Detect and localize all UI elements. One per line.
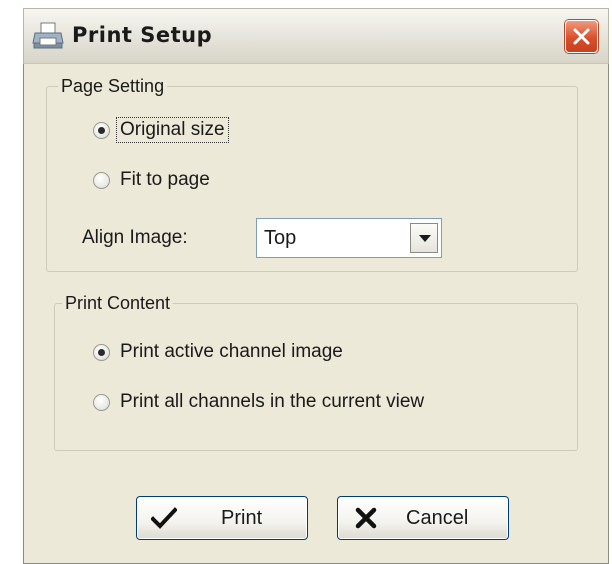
print-all-channels-option[interactable]: Print all channels in the current view xyxy=(93,389,424,415)
close-icon xyxy=(573,28,590,45)
cancel-button-label: Cancel xyxy=(406,507,469,529)
print-button[interactable]: Print xyxy=(136,496,308,540)
print-all-channels-label[interactable]: Print all channels in the current view xyxy=(120,391,424,413)
fit-to-page-label[interactable]: Fit to page xyxy=(120,169,210,191)
cancel-button[interactable]: Cancel xyxy=(337,496,509,540)
fit-to-page-radio[interactable] xyxy=(93,171,110,189)
close-button[interactable] xyxy=(565,20,598,53)
x-mark-icon xyxy=(355,507,377,529)
print-button-label: Print xyxy=(221,507,263,529)
page-setting-legend: Page Setting xyxy=(58,75,168,97)
align-image-select[interactable]: Top xyxy=(256,218,442,258)
chevron-down-icon xyxy=(419,235,431,242)
title-bar[interactable]: Print Setup xyxy=(23,8,609,64)
print-all-channels-radio[interactable] xyxy=(93,393,110,411)
print-content-group: Print Content xyxy=(54,292,578,451)
align-image-label: Align Image: xyxy=(82,227,188,248)
original-size-radio[interactable] xyxy=(93,121,110,139)
original-size-label[interactable]: Original size xyxy=(116,117,229,143)
align-image-value: Top xyxy=(264,227,297,249)
print-content-legend: Print Content xyxy=(62,292,174,314)
print-active-channel-radio[interactable] xyxy=(93,343,110,361)
checkmark-icon xyxy=(151,507,177,529)
print-setup-dialog: Print Setup Page Setting Original size F… xyxy=(23,8,609,564)
print-active-channel-label[interactable]: Print active channel image xyxy=(120,341,343,363)
printer-icon xyxy=(32,21,66,51)
original-size-option[interactable]: Original size xyxy=(93,117,229,143)
dropdown-button[interactable] xyxy=(410,223,438,253)
dialog-title: Print Setup xyxy=(72,23,213,47)
print-active-channel-option[interactable]: Print active channel image xyxy=(93,339,343,365)
fit-to-page-option[interactable]: Fit to page xyxy=(93,167,210,193)
